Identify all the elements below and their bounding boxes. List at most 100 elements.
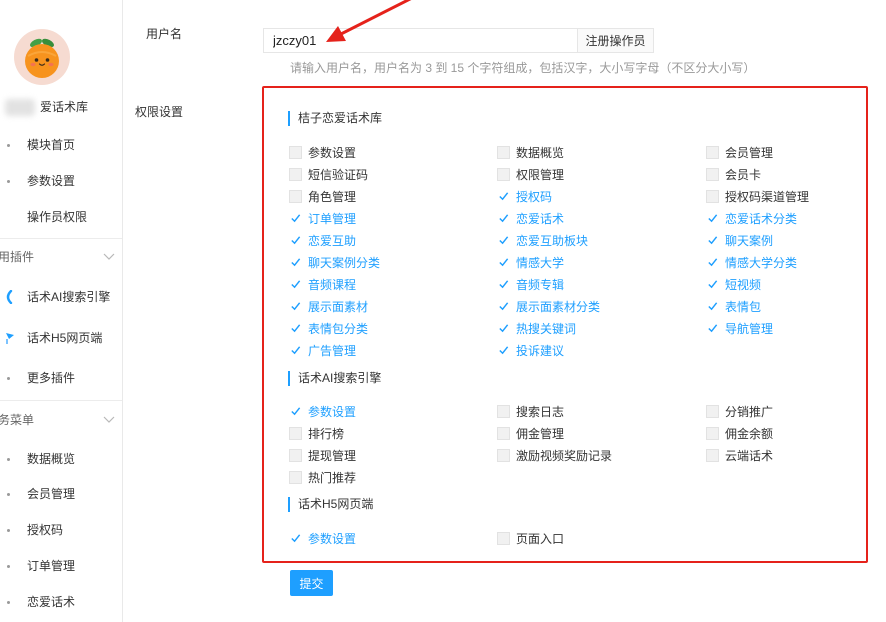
checkbox-unchecked[interactable] [706,448,719,462]
permission-option[interactable]: 展示面素材 [289,295,497,317]
check-icon[interactable] [706,212,719,225]
sidebar-group-plugins[interactable]: 用插件 [0,247,122,267]
check-icon[interactable] [706,300,719,313]
permission-option[interactable]: 搜索日志 [497,400,706,422]
permission-option[interactable]: 恋爱互助板块 [497,229,706,251]
checkbox-unchecked[interactable] [706,404,719,418]
permission-option[interactable]: 表情包分类 [289,317,497,339]
sidebar-item-love-scripts[interactable]: 恋爱话术 [0,592,122,612]
sidebar-item-module-home[interactable]: 模块首页 [0,135,122,155]
permission-option[interactable]: 展示面素材分类 [497,295,706,317]
check-icon[interactable] [289,405,302,418]
permission-option[interactable]: 页面入口 [497,527,706,549]
check-icon[interactable] [289,278,302,291]
permission-option[interactable]: 短信验证码 [289,163,497,185]
check-icon[interactable] [289,322,302,335]
check-icon[interactable] [289,344,302,357]
check-icon[interactable] [497,190,510,203]
sidebar-group-business-menu[interactable]: 务菜单 [0,410,122,430]
checkbox-unchecked[interactable] [706,167,719,181]
username-input[interactable] [264,29,577,52]
permission-option[interactable]: 恋爱话术 [497,207,706,229]
register-operator-button[interactable]: 注册操作员 [577,29,653,52]
permission-option[interactable]: 激励视频奖励记录 [497,444,706,466]
permission-option[interactable]: 云端话术 [706,444,859,466]
check-icon[interactable] [497,234,510,247]
permission-option[interactable]: 订单管理 [289,207,497,229]
permission-option[interactable]: 投诉建议 [497,339,706,361]
permission-option[interactable]: 提现管理 [289,444,497,466]
permission-option[interactable]: 情感大学分类 [706,251,859,273]
permission-option[interactable]: 会员管理 [706,141,859,163]
permission-option[interactable]: 热搜关键词 [497,317,706,339]
checkbox-unchecked[interactable] [497,448,510,462]
checkbox-unchecked[interactable] [497,531,510,545]
check-icon[interactable] [497,256,510,269]
check-icon[interactable] [289,212,302,225]
checkbox-unchecked[interactable] [289,448,302,462]
sidebar-item-settings[interactable]: 参数设置 [0,171,122,191]
check-icon[interactable] [706,322,719,335]
checkbox-unchecked[interactable] [289,167,302,181]
permission-option[interactable]: 聊天案例分类 [289,251,497,273]
permission-option[interactable]: 热门推荐 [289,466,497,488]
submit-button[interactable]: 提交 [290,570,333,596]
check-icon[interactable] [497,212,510,225]
check-icon[interactable] [706,256,719,269]
checkbox-unchecked[interactable] [289,189,302,203]
checkbox-unchecked[interactable] [706,426,719,440]
permission-option[interactable]: 参数设置 [289,527,497,549]
permission-option[interactable]: 恋爱话术分类 [706,207,859,229]
sidebar-item-data-overview[interactable]: 数据概览 [0,449,122,469]
check-icon[interactable] [497,344,510,357]
permission-option[interactable]: 广告管理 [289,339,497,361]
permission-option[interactable]: 佣金余额 [706,422,859,444]
permission-option[interactable]: 授权码 [497,185,706,207]
permission-option[interactable]: 数据概览 [497,141,706,163]
check-icon[interactable] [497,300,510,313]
check-icon[interactable] [497,322,510,335]
permission-option[interactable]: 恋爱互助 [289,229,497,251]
check-icon[interactable] [289,300,302,313]
permission-option[interactable]: 角色管理 [289,185,497,207]
permission-option[interactable]: 排行榜 [289,422,497,444]
permission-option-label: 表情包 [725,299,762,314]
sidebar-item-ai-search[interactable]: 话术AI搜索引擎 [0,287,122,307]
checkbox-unchecked[interactable] [497,404,510,418]
permission-option[interactable]: 表情包 [706,295,859,317]
checkbox-unchecked[interactable] [706,189,719,203]
permission-option[interactable]: 授权码渠道管理 [706,185,859,207]
check-icon[interactable] [289,234,302,247]
check-icon[interactable] [289,532,302,545]
check-icon[interactable] [289,256,302,269]
checkbox-unchecked[interactable] [497,167,510,181]
permission-option[interactable]: 导航管理 [706,317,859,339]
checkbox-unchecked[interactable] [497,426,510,440]
sidebar-item-h5[interactable]: 话术H5网页端 [0,328,122,348]
permission-option[interactable]: 音频课程 [289,273,497,295]
permission-option[interactable]: 分销推广 [706,400,859,422]
permission-option[interactable]: 佣金管理 [497,422,706,444]
permission-option[interactable]: 短视频 [706,273,859,295]
check-icon[interactable] [706,234,719,247]
permission-option[interactable]: 权限管理 [497,163,706,185]
checkbox-unchecked[interactable] [289,470,302,484]
sidebar-item-more-plugins[interactable]: 更多插件 [0,368,122,388]
checkbox-unchecked[interactable] [289,145,302,159]
permission-option[interactable]: 参数设置 [289,400,497,422]
sidebar-item-orders[interactable]: 订单管理 [0,556,122,576]
permission-option-label: 云端话术 [725,448,774,463]
permission-option[interactable]: 参数设置 [289,141,497,163]
checkbox-unchecked[interactable] [497,145,510,159]
permission-option[interactable]: 会员卡 [706,163,859,185]
check-icon[interactable] [497,278,510,291]
checkbox-unchecked[interactable] [706,145,719,159]
sidebar-item-operator-permissions[interactable]: 操作员权限 [0,207,122,227]
check-icon[interactable] [706,278,719,291]
sidebar-item-auth-code[interactable]: 授权码 [0,520,122,540]
permission-option[interactable]: 音频专辑 [497,273,706,295]
checkbox-unchecked[interactable] [289,426,302,440]
permission-option[interactable]: 聊天案例 [706,229,859,251]
sidebar-item-members[interactable]: 会员管理 [0,484,122,504]
permission-option[interactable]: 情感大学 [497,251,706,273]
